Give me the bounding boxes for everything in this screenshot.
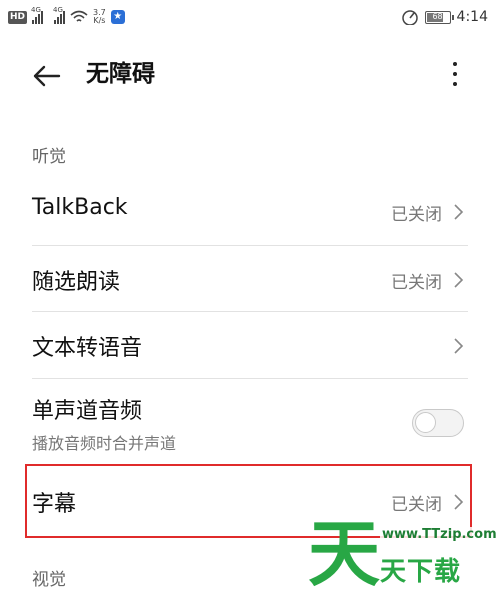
back-arrow-icon	[33, 65, 61, 87]
chevron-right-icon	[454, 204, 464, 220]
cell-signal-icon-2: 4G	[53, 6, 66, 24]
network-speed: 3.7 K/s	[93, 9, 106, 25]
network-type-label-2: 4G	[53, 6, 63, 14]
list-item-mono-audio: 单声道音频 播放音频时合并声道	[32, 379, 468, 463]
network-type-label: 4G	[31, 6, 41, 14]
list-item-text-to-speech[interactable]: 文本转语音	[32, 312, 468, 378]
wifi-icon	[70, 10, 88, 22]
status-bar-right: 68 4:14	[401, 6, 488, 28]
item-label: 单声道音频	[32, 399, 143, 424]
chevron-right-icon	[454, 494, 464, 510]
toggle-knob	[415, 412, 436, 433]
more-dot-icon	[453, 62, 457, 66]
more-options-button[interactable]	[440, 54, 470, 94]
back-button[interactable]	[28, 58, 64, 94]
status-bar: HD 4G 4G 3.7 K/s ★ 68 4:14	[0, 0, 498, 36]
item-status: 已关闭	[391, 205, 442, 225]
cell-signal-icon: 4G	[31, 6, 44, 24]
list-item-captions[interactable]: 字幕 已关闭	[32, 466, 468, 536]
mono-audio-toggle[interactable]	[412, 409, 464, 437]
item-label: 文本转语音	[32, 336, 143, 361]
item-label: 字幕	[32, 492, 77, 517]
more-dot-icon	[453, 82, 457, 86]
section-title-hearing: 听觉	[32, 147, 66, 167]
list-item-talkback[interactable]: TalkBack 已关闭	[32, 180, 468, 244]
watermark-logo: 天	[308, 512, 381, 596]
item-label: TalkBack	[32, 195, 128, 220]
watermark-text: 天下载	[380, 557, 462, 587]
page-title: 无障碍	[86, 61, 155, 87]
battery-icon: 68	[424, 10, 454, 24]
status-bar-left: HD 4G 4G 3.7 K/s ★	[8, 6, 125, 28]
more-dot-icon	[453, 72, 457, 76]
performance-mode-icon	[401, 10, 418, 25]
app-notification-icon: ★	[110, 10, 125, 24]
chevron-right-icon	[454, 338, 464, 354]
hd-badge: HD	[8, 10, 28, 24]
item-description: 播放音频时合并声道	[32, 434, 177, 453]
list-item-select-to-speak[interactable]: 随选朗读 已关闭	[32, 246, 468, 311]
chevron-right-icon	[454, 272, 464, 288]
clock: 4:14	[456, 9, 488, 25]
item-status: 已关闭	[391, 273, 442, 293]
watermark-url: www.TTzip.com	[380, 527, 498, 542]
divider	[32, 464, 468, 465]
battery-level: 68	[432, 11, 443, 21]
item-label: 随选朗读	[32, 270, 121, 295]
speed-unit: K/s	[93, 16, 106, 25]
section-title-vision: 视觉	[32, 570, 66, 590]
item-status: 已关闭	[391, 495, 442, 515]
